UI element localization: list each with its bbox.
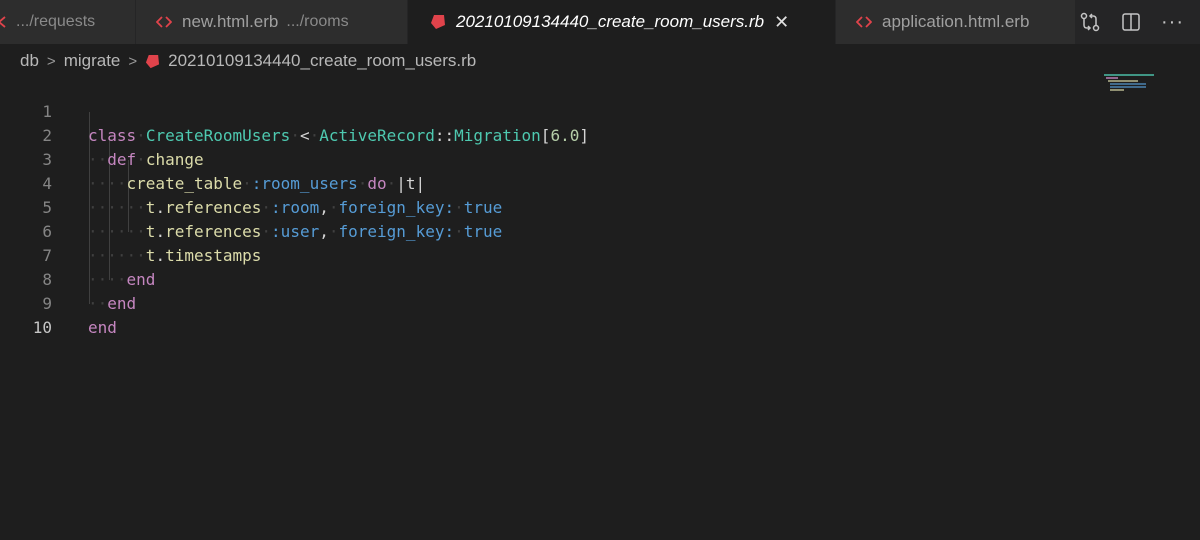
ruby-icon bbox=[145, 54, 160, 69]
code-line: 10 bbox=[0, 292, 52, 337]
token-symbol: :room bbox=[271, 198, 320, 217]
code-line: 8 ··end bbox=[0, 244, 136, 313]
tab-application-html-erb[interactable]: application.html.erb bbox=[836, 0, 1076, 44]
code-line: 6 ······t.timestamps bbox=[0, 196, 261, 265]
chevron-right-icon: > bbox=[46, 52, 56, 70]
breadcrumb-item-file[interactable]: 20210109134440_create_room_users.rb bbox=[168, 51, 476, 71]
tab-label: application.html.erb bbox=[882, 12, 1030, 31]
token-boolean: true bbox=[463, 198, 503, 217]
code-line: 1 class·CreateRoomUsers·<·ActiveRecord::… bbox=[0, 76, 589, 145]
breadcrumb-item-db[interactable]: db bbox=[20, 51, 39, 71]
code-line: 9 end bbox=[0, 268, 117, 337]
token-dot: . bbox=[155, 222, 166, 241]
token-method-name: references bbox=[165, 222, 262, 241]
split-editor-icon[interactable] bbox=[1121, 12, 1141, 32]
token-variable: t bbox=[145, 222, 156, 241]
compare-changes-icon[interactable] bbox=[1079, 11, 1101, 33]
token-class-name: Migration bbox=[454, 126, 541, 145]
more-actions-icon[interactable]: ··· bbox=[1161, 11, 1184, 34]
code-line: 2 ··def·change bbox=[0, 100, 203, 169]
line-number: 10 bbox=[32, 318, 52, 337]
token-block-param: |t| bbox=[396, 174, 426, 193]
token-method-name: change bbox=[145, 150, 204, 169]
token-symbol: :room_users bbox=[251, 174, 358, 193]
erb-icon bbox=[0, 15, 6, 29]
erb-icon bbox=[156, 15, 172, 29]
token-operator: < bbox=[299, 126, 310, 145]
token-variable: t bbox=[145, 246, 156, 265]
close-icon[interactable]: ✕ bbox=[774, 12, 789, 33]
token-number: 6.0 bbox=[550, 126, 580, 145]
token-comma: , bbox=[319, 198, 329, 217]
token-function-call: create_table bbox=[126, 174, 243, 193]
tab-label: 20210109134440_create_room_users.rb bbox=[456, 12, 765, 31]
code-editor[interactable]: 1 class·CreateRoomUsers·<·ActiveRecord::… bbox=[0, 76, 1200, 540]
chevron-right-icon: > bbox=[128, 52, 138, 70]
erb-icon bbox=[856, 15, 872, 29]
token-dot: . bbox=[155, 246, 166, 265]
token-symbol: :user bbox=[271, 222, 320, 241]
token-class-name: ActiveRecord bbox=[319, 126, 435, 145]
tab-create-room-users[interactable]: 20210109134440_create_room_users.rb ✕ bbox=[408, 0, 836, 44]
token-variable: t bbox=[145, 198, 156, 217]
tab-description: .../rooms bbox=[286, 13, 349, 30]
minimap[interactable] bbox=[1104, 74, 1164, 94]
token-key: foreign_key: bbox=[338, 198, 455, 217]
token-keyword: def bbox=[107, 150, 137, 169]
code-line: 5 ······t.references·:user,·foreign_key:… bbox=[0, 172, 502, 241]
token-keyword: end bbox=[88, 318, 117, 337]
tab-bar: .../requests new.html.erb .../rooms 2021… bbox=[0, 0, 1200, 44]
breadcrumb: db > migrate > 20210109134440_create_roo… bbox=[20, 48, 476, 74]
token-class-name: CreateRoomUsers bbox=[145, 126, 291, 145]
token-bracket: ] bbox=[579, 126, 589, 145]
code-line: 3 ····create_table·:room_users·do·|t| bbox=[0, 124, 425, 193]
tab-requests[interactable]: .../requests bbox=[0, 0, 136, 44]
token-key: foreign_key: bbox=[338, 222, 455, 241]
token-keyword: class bbox=[88, 126, 137, 145]
tab-description: .../requests bbox=[16, 13, 96, 30]
code-line: 4 ······t.references·:room,·foreign_key:… bbox=[0, 148, 502, 217]
code-line: 7 ····end bbox=[0, 220, 155, 289]
editor-actions: ··· bbox=[1079, 0, 1200, 44]
token-dot: . bbox=[155, 198, 166, 217]
tab-label: new.html.erb bbox=[182, 12, 279, 31]
token-bracket: [ bbox=[540, 126, 551, 145]
token-comma: , bbox=[319, 222, 329, 241]
token-method-name: timestamps bbox=[165, 246, 262, 265]
token-keyword: end bbox=[107, 294, 137, 313]
token-method-name: references bbox=[165, 198, 262, 217]
token-keyword: do bbox=[367, 174, 387, 193]
token-keyword: end bbox=[126, 270, 156, 289]
token-scope: :: bbox=[434, 126, 455, 145]
breadcrumb-item-migrate[interactable]: migrate bbox=[64, 51, 121, 71]
token-boolean: true bbox=[463, 222, 503, 241]
ruby-icon bbox=[430, 14, 446, 30]
tab-new-html-erb[interactable]: new.html.erb .../rooms bbox=[136, 0, 408, 44]
